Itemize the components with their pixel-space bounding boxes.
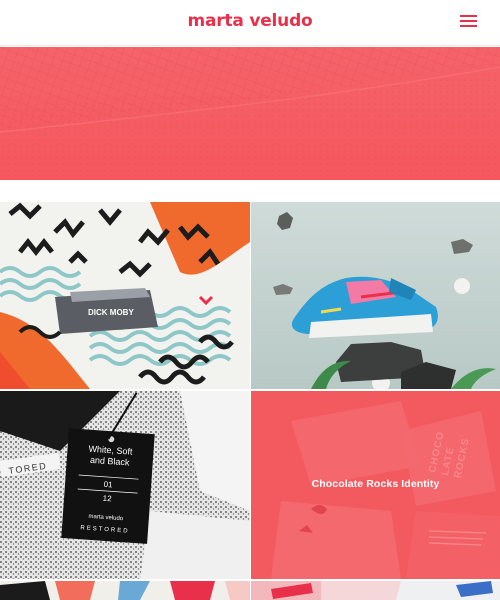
restored-tag-image: TORED White, Soft and Black 01 12 marta …: [0, 391, 250, 579]
tag-number-1: 01: [103, 480, 113, 490]
hamburger-menu-icon[interactable]: [459, 15, 479, 31]
section-spacer: [0, 180, 500, 202]
hero-banner: [0, 47, 500, 180]
sock-pattern-image: DICK MOBY: [0, 202, 250, 389]
partial-project-image-right: [251, 581, 500, 600]
sneaker-image: [251, 202, 500, 389]
project-title-chocolate-rocks[interactable]: Chocolate Rocks Identity: [251, 478, 500, 490]
tag-number-2: 12: [102, 494, 112, 504]
project-tile-sock[interactable]: DICK MOBY: [0, 202, 250, 389]
project-tile-restored[interactable]: TORED White, Soft and Black 01 12 marta …: [0, 391, 250, 579]
site-header: marta veludo: [0, 0, 500, 46]
partial-project-image-left: [0, 581, 250, 600]
project-tile-chocolate-rocks[interactable]: CHOCO LATE ROCKS Chocolate Rocks Identit…: [251, 391, 500, 579]
project-grid: DICK MOBY TORED White, Soft and Black 01…: [0, 202, 500, 600]
sock-label-text: DICK MOBY: [88, 308, 134, 317]
project-tile-partial-right[interactable]: [251, 581, 500, 600]
project-tile-sneaker[interactable]: [251, 202, 500, 389]
site-logo[interactable]: marta veludo: [0, 11, 500, 31]
project-tile-partial-left[interactable]: [0, 581, 250, 600]
